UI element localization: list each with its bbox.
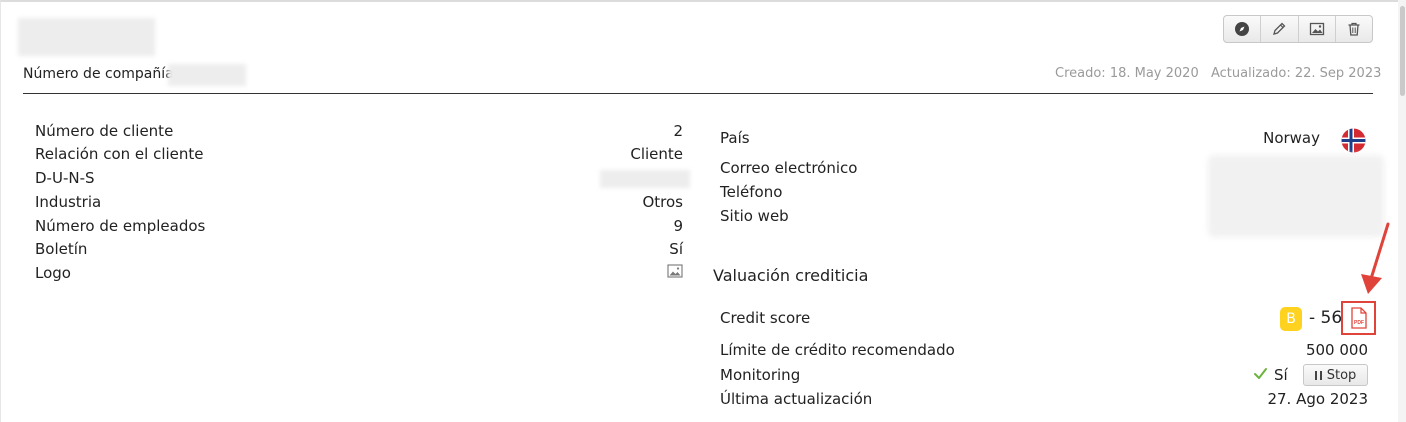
credit-score-row: Credit score: [720, 307, 1368, 329]
row-label: Monitoring: [720, 366, 801, 384]
norway-flag-icon: [1341, 128, 1366, 153]
company-number-redacted: [168, 64, 246, 86]
row-label: Industria: [35, 193, 102, 211]
logo-image-icon[interactable]: [667, 264, 683, 282]
credit-score-value: - 56: [1309, 308, 1343, 328]
monitoring-value: Sí: [1274, 366, 1288, 384]
credit-limit-row: Límite de crédito recomendado 500 000: [720, 339, 1368, 361]
compass-icon: [1235, 22, 1250, 36]
pencil-icon: [1273, 22, 1286, 35]
customer-relation-row: Relación con el cliente Cliente: [35, 143, 683, 165]
pdf-report-button[interactable]: PDF: [1341, 301, 1376, 335]
company-number-label: Número de compañía:: [23, 66, 179, 82]
row-label: Teléfono: [720, 183, 783, 201]
row-label: País: [720, 129, 750, 147]
row-label: D-U-N-S: [35, 169, 95, 187]
newsletter-row: Boletín Sí: [35, 238, 683, 260]
stop-monitoring-button[interactable]: Stop: [1303, 364, 1368, 386]
logo-row: Logo: [35, 262, 683, 284]
industry-row: Industria Otros: [35, 191, 683, 213]
check-icon: [1254, 368, 1267, 379]
row-label: Correo electrónico: [720, 159, 858, 177]
image-button[interactable]: [1299, 16, 1336, 42]
created-date: Creado: 18. May 2020: [1055, 66, 1199, 81]
customer-number-row: Número de cliente 2: [35, 120, 683, 142]
row-value: Otros: [642, 193, 683, 211]
delete-button[interactable]: [1336, 16, 1372, 42]
row-label: Número de cliente: [35, 122, 174, 140]
edit-button[interactable]: [1261, 16, 1299, 42]
scrollbar-thumb[interactable]: [1400, 6, 1405, 96]
duns-row: D-U-N-S: [35, 167, 683, 189]
row-label: Boletín: [35, 240, 88, 258]
scrollbar[interactable]: [1398, 0, 1406, 422]
image-icon: [1309, 22, 1324, 36]
row-label: Credit score: [720, 309, 811, 327]
employees-row: Número de empleados 9: [35, 215, 683, 237]
last-update-value: 27. Ago 2023: [1267, 390, 1368, 408]
credit-section-title: Valuación crediticia: [713, 266, 869, 285]
updated-date: Actualizado: 22. Sep 2023: [1211, 66, 1382, 81]
country-row: País Norway: [720, 127, 1320, 149]
row-label: Relación con el cliente: [35, 145, 204, 163]
annotation-arrow-icon: [1361, 222, 1390, 294]
row-label: Sitio web: [720, 207, 789, 225]
credit-grade-badge: B: [1280, 307, 1302, 331]
row-label: Logo: [35, 264, 71, 282]
row-label: Número de empleados: [35, 217, 206, 235]
duns-redacted: [600, 170, 690, 188]
country-value: Norway: [1263, 129, 1320, 147]
last-update-row: Última actualización 27. Ago 2023: [720, 388, 1368, 410]
action-toolbar: [1223, 15, 1373, 43]
row-value: Sí: [669, 240, 683, 258]
compass-button[interactable]: [1224, 16, 1262, 42]
company-name-redacted: [18, 18, 155, 56]
row-label: Límite de crédito recomendado: [720, 341, 955, 359]
row-value: 9: [673, 217, 683, 235]
stop-label: Stop: [1326, 367, 1357, 383]
svg-text:PDF: PDF: [1354, 320, 1364, 326]
header-divider: [23, 93, 1373, 94]
monitoring-row: Monitoring: [720, 364, 1368, 386]
row-label: Última actualización: [720, 390, 873, 408]
pdf-file-icon: PDF: [1350, 307, 1367, 329]
trash-icon: [1348, 22, 1360, 36]
row-value: 2: [673, 122, 683, 140]
credit-limit-value: 500 000: [1305, 341, 1368, 359]
row-value: Cliente: [630, 145, 683, 163]
pause-icon: [1314, 370, 1322, 380]
